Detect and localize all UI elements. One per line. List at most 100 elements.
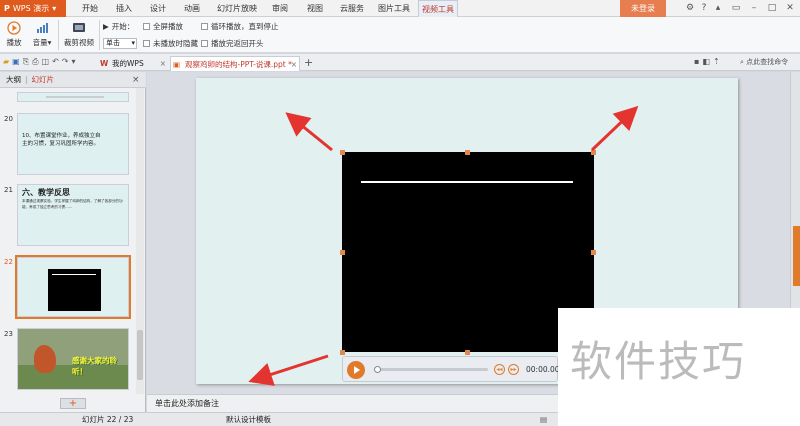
restore-box-icon[interactable]: ▭ (730, 3, 742, 14)
thumbnail-text: 本课通过观察实验，学生掌握了鸡卵的结构，了解了各部分的功能，养成了独立思考的习惯… (22, 199, 123, 209)
tab-document-label: 观察鸡卵的结构-PPT-说课.ppt * (185, 60, 292, 69)
slide-thumbnail[interactable] (17, 257, 129, 317)
start-mode-label-group: ▶ 开始： (103, 21, 134, 32)
undo-icon[interactable]: ↶ (52, 57, 62, 66)
chevron-down-icon: ▾ (131, 39, 135, 47)
thumbnail-line (46, 96, 104, 98)
bird-image (34, 345, 56, 373)
play-button[interactable]: 播放 (3, 21, 25, 48)
print-icon[interactable]: ⎙ (32, 57, 41, 66)
hide-not-playing-checkbox[interactable]: 未播放时隐藏 (143, 38, 198, 49)
ppt-file-icon: ▣ (173, 60, 181, 69)
slide-number: 21 (4, 186, 13, 194)
chevron-down-icon: ▾ (47, 38, 52, 47)
arrow-top-left (285, 112, 333, 152)
thumbnail-video (48, 269, 101, 311)
new-tab-button[interactable]: + (304, 56, 313, 69)
thumbnail-video-line (52, 274, 96, 275)
tab-document[interactable]: ▣ 观察鸡卵的结构-PPT-说课.ppt * × (170, 56, 300, 71)
fullscreen-checkbox[interactable]: 全屏播放 (143, 21, 183, 32)
menu-design[interactable]: 设计 (144, 0, 172, 17)
search-icon: ⌕ (740, 58, 744, 66)
menu-picture-tools[interactable]: 图片工具 (374, 0, 414, 17)
menu-insert[interactable]: 插入 (110, 0, 138, 17)
menu-animation[interactable]: 动画 (178, 0, 206, 17)
trim-video-label: 裁剪视频 (64, 38, 94, 47)
redo-icon[interactable]: ↷ (62, 57, 72, 66)
slide-number: 23 (4, 330, 13, 338)
app-name: WPS 演示 (12, 4, 50, 13)
close-icon[interactable]: ✕ (784, 3, 796, 14)
menu-view[interactable]: 视图 (300, 0, 330, 17)
share-icon[interactable]: ◧ (702, 57, 713, 66)
menu-video-tools[interactable]: 视频工具 (418, 0, 458, 17)
ribbon-divider (99, 20, 100, 50)
close-tab-icon[interactable]: × (160, 56, 166, 71)
tab-outline[interactable]: 大纲 (6, 74, 21, 85)
menu-slideshow[interactable]: 幻灯片放映 (212, 0, 262, 17)
checkbox-box (143, 23, 150, 30)
ribbon-collapse-icon[interactable]: ▴ (712, 3, 724, 14)
rewind-checkbox[interactable]: 播放完返回开头 (201, 38, 264, 49)
find-command-field[interactable]: ⌕ 点此查找命令 (740, 57, 788, 67)
panel-scrollbar-thumb[interactable] (137, 330, 143, 380)
tab-bar-tools: ▪◧⇡ (694, 57, 723, 66)
tab-separator: | (25, 75, 28, 84)
slide-thumbnail[interactable]: 六、教学反思 本课通过观察实验，学生掌握了鸡卵的结构，了解了各部分的功能，养成了… (17, 184, 129, 246)
volume-icon (37, 23, 48, 33)
maximize-icon[interactable]: □ (766, 3, 778, 14)
close-tab-icon[interactable]: × (291, 57, 297, 72)
menu-review[interactable]: 审阅 (266, 0, 294, 17)
preview-icon[interactable]: ◫ (42, 57, 53, 66)
tab-mywps[interactable]: W 我的WPS × (98, 56, 168, 71)
app-menu-button[interactable]: P WPS 演示 ▾ (0, 0, 66, 17)
slide-thumbnail[interactable] (17, 92, 129, 102)
slide-number: 20 (4, 115, 13, 123)
skin-icon[interactable]: ⚙ (684, 3, 696, 14)
slide-number: 22 (4, 258, 13, 266)
export-icon[interactable]: ⎘ (23, 57, 32, 66)
checkbox-box (143, 40, 150, 47)
slide-thumbnail[interactable]: 10、布置课堂作业，养成独立自主的习惯，复习巩固所学内容。 (17, 113, 129, 175)
tab-slides[interactable]: 幻灯片 (32, 74, 55, 85)
chevron-down-icon: ▾ (52, 4, 57, 13)
collapse-icon[interactable]: ⇡ (713, 57, 723, 66)
wps-logo-icon: P (4, 4, 10, 13)
tab-mywps-label: 我的WPS (112, 59, 144, 68)
menu-home[interactable]: 开始 (76, 0, 104, 17)
trim-video-button[interactable]: 裁剪视频 (63, 21, 95, 48)
notes-placeholder: 单击此处添加备注 (155, 399, 219, 408)
quick-access-toolbar: ▰▣⎘⎙◫↶↷▾ (3, 57, 79, 67)
hide-not-playing-label: 未播放时隐藏 (153, 39, 198, 48)
fullscreen-label: 全屏播放 (153, 22, 183, 31)
slide-thumbnail[interactable]: 感谢大家的聆听！ (17, 328, 129, 390)
ribbon-divider (58, 20, 59, 50)
menu-cloud[interactable]: 云服务 (334, 0, 370, 17)
volume-label: 音量 (32, 38, 48, 47)
help-icon[interactable]: ? (698, 3, 710, 14)
loop-checkbox[interactable]: 循环播放，直到停止 (201, 21, 279, 32)
start-label: 开始： (111, 22, 135, 31)
start-mode-value: 单击 (106, 39, 120, 47)
volume-button[interactable]: 音量▾ (30, 21, 54, 48)
arrow-bottom-left (248, 354, 329, 386)
start-mode-select[interactable]: 单击 ▾ (103, 38, 137, 49)
open-folder-icon[interactable]: ▰ (3, 57, 12, 66)
watermark: 软件技巧 (558, 308, 800, 426)
play-circle-icon (7, 21, 21, 35)
save-icon[interactable]: ▣ (12, 57, 23, 66)
login-button[interactable]: 未登录 (620, 0, 666, 17)
minimize-icon[interactable]: – (748, 3, 760, 14)
thumbnail-text: 10、布置课堂作业，养成独立自主的习惯，复习巩固所学内容。 (22, 133, 101, 147)
add-slide-button[interactable]: + (60, 398, 86, 409)
rewind-label: 播放完返回开头 (211, 39, 264, 48)
template-name: 默认设计模板 (226, 415, 271, 424)
thumbnail-title: 六、教学反思 (22, 188, 70, 197)
canvas-scrollbar-thumb[interactable] (793, 226, 800, 286)
chevron-down-icon[interactable]: ▾ (72, 57, 79, 66)
checkbox-box (201, 23, 208, 30)
play-label: 播放 (6, 38, 22, 47)
close-panel-icon[interactable]: × (132, 75, 140, 85)
wps-w-icon: W (100, 59, 109, 68)
view-mode-icon[interactable]: ▤ (540, 413, 547, 426)
